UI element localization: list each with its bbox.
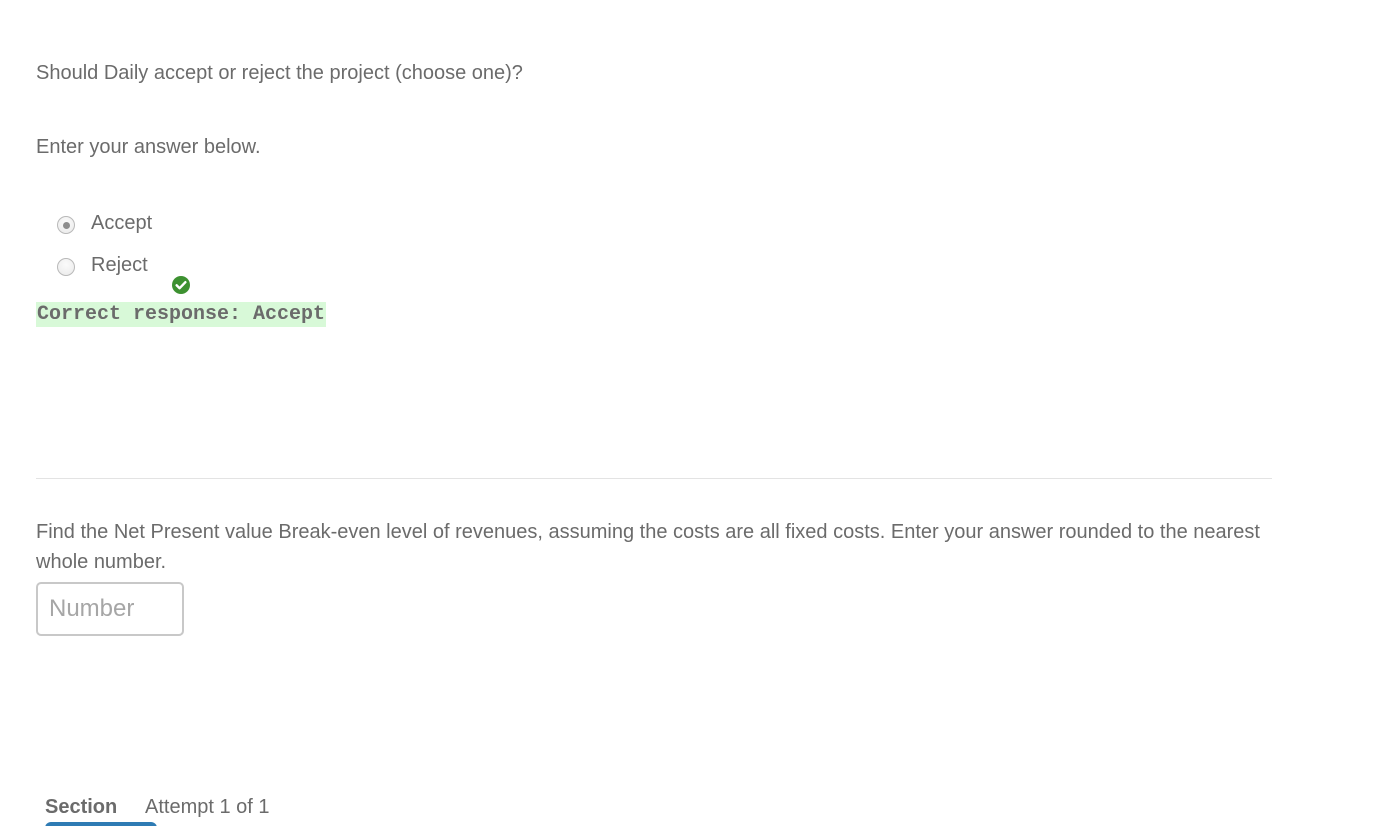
question-prompt-npv: Find the Net Present value Break-even le… (36, 521, 1260, 573)
section-label: Section (45, 796, 118, 818)
radio-option-accept[interactable]: Accept (57, 209, 152, 237)
radio-label-reject: Reject (91, 254, 148, 276)
number-answer-input[interactable] (36, 582, 184, 636)
question-divider (36, 478, 1272, 479)
section-submit-button[interactable] (45, 822, 157, 826)
answer-instruction: Enter your answer below. (36, 136, 261, 158)
radio-label-accept: Accept (91, 212, 153, 234)
radio-option-reject[interactable]: Reject (57, 251, 148, 279)
correct-response-feedback: Correct response: Accept (36, 302, 327, 327)
radio-button-reject[interactable] (57, 258, 75, 276)
radio-button-accept[interactable] (57, 216, 75, 234)
question-prompt: Should Daily accept or reject the projec… (36, 62, 523, 84)
attempt-counter: Attempt 1 of 1 (145, 796, 270, 818)
check-circle-icon (172, 276, 190, 294)
